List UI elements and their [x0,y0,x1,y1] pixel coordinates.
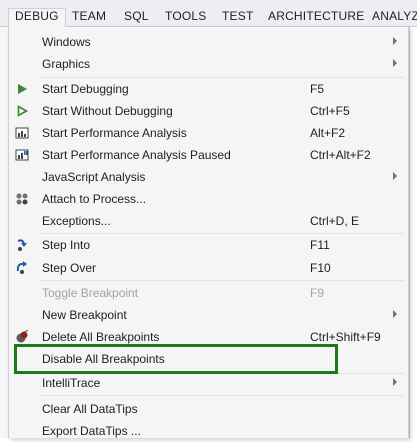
menu-item-label: Step Over [42,261,97,275]
menu-item-shortcut: Ctrl+D, E [310,214,360,228]
menu-item-step-over[interactable]: Step Over F10 [9,257,408,279]
submenu-arrow-icon [393,310,397,318]
submenu-arrow-icon [393,172,397,180]
menu-item-start-performance-analysis[interactable]: Start Performance Analysis Alt+F2 [9,122,408,144]
menu-item-shortcut: F11 [310,238,330,252]
highlight-annotation [14,344,338,374]
menubar-analyze[interactable]: ANALYZ [372,9,417,23]
submenu-arrow-icon [393,378,397,386]
menu-item-label: Exceptions... [42,214,111,228]
menu-separator [39,395,404,396]
menu-item-label: Attach to Process... [42,192,147,206]
menu-item-label: Step Into [42,238,91,252]
menu-item-start-performance-analysis-paused[interactable]: Start Performance Analysis Paused Ctrl+A… [9,144,408,166]
menu-item-label: IntelliTrace [42,376,101,390]
menu-item-shortcut: F9 [310,286,325,300]
debug-menu-dropdown: Windows Graphics Start Debugging F5 Star… [8,27,409,438]
menu-item-step-into[interactable]: Step Into F11 [9,234,408,256]
menu-item-label: Start Performance Analysis Paused [42,148,231,162]
play-icon [14,81,30,97]
step-into-icon [14,237,30,253]
menu-item-label: Start Performance Analysis [42,126,187,140]
menu-item-label: Graphics [42,57,91,71]
menubar-team[interactable]: TEAM [72,9,106,23]
menu-item-label: Clear All DataTips [42,402,138,416]
menu-item-label: Start Without Debugging [42,104,173,118]
menu-item-label: Toggle Breakpoint [42,286,139,300]
menu-item-intellitrace[interactable]: IntelliTrace [9,372,408,394]
menu-item-javascript-analysis[interactable]: JavaScript Analysis [9,166,408,188]
menu-item-label: Start Debugging [42,82,129,96]
step-over-icon [14,260,30,276]
play-outline-icon [14,103,30,119]
editor-background-left [0,27,8,438]
menu-item-windows[interactable]: Windows [9,31,408,53]
menu-item-attach-to-process[interactable]: Attach to Process... [9,188,408,210]
attach-process-icon [14,191,30,207]
menu-item-start-debugging[interactable]: Start Debugging F5 [9,78,408,100]
menu-item-shortcut: Ctrl+Alt+F2 [310,148,371,162]
submenu-arrow-icon [393,37,397,45]
menu-item-clear-all-datatips[interactable]: Clear All DataTips [9,398,408,420]
menu-item-label: JavaScript Analysis [42,170,146,184]
menubar-test[interactable]: TEST [222,9,253,23]
performance-paused-icon [14,147,30,163]
menu-item-label: Windows [42,35,91,49]
menu-item-start-without-debugging[interactable]: Start Without Debugging Ctrl+F5 [9,100,408,122]
menu-item-exceptions[interactable]: Exceptions... Ctrl+D, E [9,210,408,232]
menu-bar: DEBUG TEAM SQL TOOLS TEST ARCHITECTURE A… [0,0,417,27]
delete-breakpoints-icon [14,329,30,345]
menu-item-shortcut: Ctrl+Shift+F9 [310,330,381,344]
menu-item-export-datatips[interactable]: Export DataTips ... [9,420,408,442]
menu-item-label: New Breakpoint [42,308,127,322]
menubar-sql[interactable]: SQL [124,9,149,23]
menubar-debug[interactable]: DEBUG [8,8,66,27]
menu-item-shortcut: F5 [310,82,325,96]
menu-item-toggle-breakpoint: Toggle Breakpoint F9 [9,282,408,304]
menu-item-label: Delete All Breakpoints [42,330,160,344]
menu-item-shortcut: Ctrl+F5 [310,104,350,118]
menubar-architecture[interactable]: ARCHITECTURE [268,9,364,23]
editor-background-right [409,27,417,438]
menu-item-new-breakpoint[interactable]: New Breakpoint [9,304,408,326]
menubar-tools[interactable]: TOOLS [165,9,206,23]
performance-icon [14,125,30,141]
menu-item-shortcut: F10 [310,261,331,275]
menu-item-graphics[interactable]: Graphics [9,53,408,75]
menu-item-label: Export DataTips ... [42,424,141,438]
menu-item-shortcut: Alt+F2 [310,126,346,140]
submenu-arrow-icon [393,59,397,67]
menu-separator [39,280,404,281]
